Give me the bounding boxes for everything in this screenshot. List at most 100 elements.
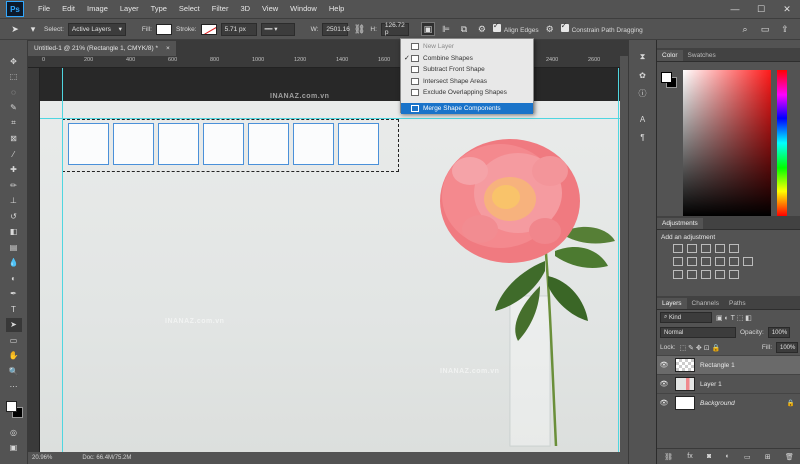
tab-color[interactable]: Color (657, 50, 683, 61)
menu-layer[interactable]: Layer (114, 0, 145, 18)
fill-input[interactable]: 100% (776, 342, 798, 353)
dodge-tool-icon[interactable]: ◐ (6, 271, 22, 285)
eye-icon[interactable]: 👁 (657, 399, 671, 407)
exposure-icon[interactable] (715, 244, 725, 253)
blur-tool-icon[interactable]: 💧 (6, 256, 22, 270)
vertical-guide[interactable] (62, 68, 63, 452)
stroke-style-dropdown[interactable]: ━━ ▾ (260, 22, 295, 36)
info-icon[interactable]: ⓘ (636, 86, 650, 100)
layer-row-rectangle-1[interactable]: 👁 Rectangle 1 (657, 355, 800, 374)
document-size[interactable]: Doc: 66.4M/75.2M (82, 455, 131, 461)
foreground-color-swatch[interactable] (661, 72, 672, 83)
add-mask-icon[interactable]: ◙ (707, 453, 711, 460)
more-tools-icon[interactable]: ⋯ (6, 380, 22, 394)
pen-tool-icon[interactable]: ✒ (6, 287, 22, 301)
path-arrangement-icon[interactable]: ⧉ (457, 22, 471, 36)
brightness-contrast-icon[interactable] (673, 244, 683, 253)
menu-view[interactable]: View (256, 0, 284, 18)
blend-mode-dropdown[interactable]: Normal (660, 327, 736, 338)
tab-channels[interactable]: Channels (687, 298, 724, 309)
fill-swatch[interactable] (155, 23, 172, 35)
black-white-icon[interactable] (701, 257, 711, 266)
menu-3d[interactable]: 3D (234, 0, 256, 18)
fx-icon[interactable]: fx (687, 453, 692, 460)
zoom-tool-icon[interactable]: 🔍 (6, 364, 22, 378)
screen-mode-icon[interactable]: ▣ (6, 441, 22, 455)
filter-icons[interactable]: ▣ ◐ T ⬚ ◧ (716, 314, 752, 322)
width-input[interactable]: 2501.16 (322, 22, 350, 36)
group-folder-icon[interactable]: ▭ (744, 453, 751, 461)
menu-item-merge-shape-components[interactable]: Merge Shape Components (401, 102, 533, 114)
stroke-width-input[interactable]: 5.71 px (220, 22, 257, 36)
layer-filter-kind[interactable]: ⌕ Kind (660, 312, 712, 323)
close-window-button[interactable]: ✕ (774, 4, 800, 15)
tab-paths[interactable]: Paths (724, 298, 751, 309)
select-dropdown[interactable]: Active Layers ▾ (67, 22, 126, 36)
menu-item-new-layer[interactable]: New Layer (401, 41, 533, 53)
vibrance-icon[interactable] (729, 244, 739, 253)
document-tab[interactable]: Untitled-1 @ 21% (Rectangle 1, CMYK/8) *… (28, 41, 176, 56)
link-icon[interactable]: ⛓ (352, 22, 366, 36)
levels-icon[interactable] (687, 244, 697, 253)
lasso-tool-icon[interactable]: ◌ (6, 85, 22, 99)
minimize-button[interactable]: — (722, 4, 748, 15)
selective-color-icon[interactable] (729, 270, 739, 279)
share-icon[interactable]: ⇪ (778, 22, 792, 36)
clone-stamp-tool-icon[interactable]: ⊥ (6, 194, 22, 208)
menu-help[interactable]: Help (323, 0, 350, 18)
quick-mask-icon[interactable]: ◎ (6, 425, 22, 439)
eraser-tool-icon[interactable]: ◧ (6, 225, 22, 239)
tab-adjustments[interactable]: Adjustments (657, 218, 703, 229)
menu-image[interactable]: Image (81, 0, 114, 18)
path-selection-tool-icon[interactable]: ➤ (5, 317, 22, 332)
hue-saturation-icon[interactable] (673, 257, 683, 266)
vertical-ruler[interactable] (28, 68, 40, 452)
channel-mixer-icon[interactable] (729, 257, 739, 266)
marquee-tool-icon[interactable]: ⬚ (6, 70, 22, 84)
posterize-icon[interactable] (687, 270, 697, 279)
zoom-level[interactable]: 20.96% (32, 455, 52, 461)
foreground-color-swatch[interactable] (5, 401, 17, 412)
tab-layers[interactable]: Layers (657, 298, 687, 309)
gradient-map-icon[interactable] (715, 270, 725, 279)
threshold-icon[interactable] (701, 270, 711, 279)
workspace-icon[interactable]: ▭ (758, 22, 772, 36)
layer-row-background[interactable]: 👁 Background 🔒 (657, 393, 800, 412)
align-edges-checkbox[interactable]: Align Edges (492, 21, 539, 34)
settings-gear-icon[interactable]: ⚙ (475, 22, 489, 36)
menu-item-subtract-front-shape[interactable]: Subtract Front Shape (401, 64, 533, 76)
gear-icon[interactable]: ⚙ (543, 22, 557, 36)
history-brush-tool-icon[interactable]: ↺ (6, 209, 22, 223)
hue-slider[interactable] (777, 70, 787, 216)
opacity-input[interactable]: 100% (767, 327, 790, 338)
quick-select-tool-icon[interactable]: ✎ (6, 101, 22, 115)
constrain-path-dragging-checkbox[interactable]: Constrain Path Dragging (560, 21, 643, 34)
trash-icon[interactable]: 🗑 (785, 453, 794, 461)
path-operations-icon[interactable]: ▣ (420, 22, 435, 36)
character-icon[interactable]: A (636, 112, 650, 126)
lock-icons[interactable]: ⬚ ✎ ✥ ⊡ 🔒 (680, 344, 721, 352)
photo-filter-icon[interactable] (715, 257, 725, 266)
move-tool-icon[interactable]: ✥ (6, 54, 22, 68)
healing-brush-tool-icon[interactable]: ✚ (6, 163, 22, 177)
new-layer-icon[interactable]: ⊞ (765, 453, 771, 461)
horizontal-guide[interactable] (40, 118, 620, 119)
color-chips[interactable] (4, 399, 24, 419)
curves-icon[interactable] (701, 244, 711, 253)
link-layers-icon[interactable]: ⛓ (664, 453, 673, 461)
hand-tool-icon[interactable]: ✋ (6, 349, 22, 363)
height-input[interactable]: 126.72 p (380, 22, 409, 36)
type-tool-icon[interactable]: T (6, 302, 22, 316)
layer-row-layer-1[interactable]: 👁 Layer 1 (657, 374, 800, 393)
menu-select[interactable]: Select (173, 0, 206, 18)
vertical-guide[interactable] (618, 68, 619, 452)
maximize-button[interactable]: ☐ (748, 4, 774, 15)
invert-icon[interactable] (673, 270, 683, 279)
history-icon[interactable]: ⧗ (636, 50, 650, 64)
gradient-tool-icon[interactable]: ▤ (6, 240, 22, 254)
eyedropper-tool-icon[interactable]: ⁄ (6, 147, 22, 161)
stroke-swatch[interactable] (200, 23, 217, 35)
brush-tool-icon[interactable]: ✏ (6, 178, 22, 192)
menu-item-intersect-shape-areas[interactable]: Intersect Shape Areas (401, 76, 533, 88)
close-tab-icon[interactable]: × (166, 45, 170, 52)
